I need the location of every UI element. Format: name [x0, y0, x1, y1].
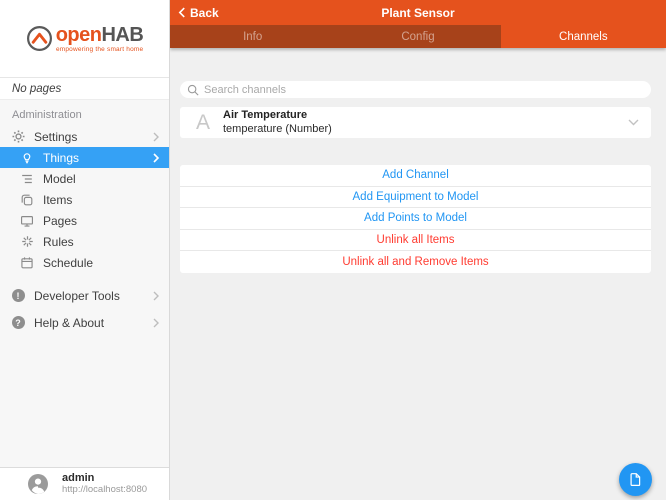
sidebar-item-model[interactable]: Model — [0, 168, 169, 189]
administration-section-label: Administration — [12, 109, 82, 121]
pages-monitor-icon — [19, 213, 35, 229]
logo-wordmark: openHAB — [56, 25, 144, 45]
chevron-right-icon — [152, 132, 160, 142]
search-channels-input[interactable] — [204, 83, 634, 96]
no-pages-label: No pages — [0, 78, 169, 100]
main-content: A Air Temperature temperature (Number) A… — [170, 48, 666, 500]
unlink-all-items-button[interactable]: Unlink all Items — [180, 230, 651, 252]
sidebar-item-label: Model — [43, 171, 76, 186]
search-bar — [180, 81, 651, 98]
tab-bar: Info Config Channels — [170, 25, 666, 48]
page-title: Plant Sensor — [381, 5, 455, 20]
channel-kind-initial: A — [195, 111, 210, 134]
rules-spark-icon — [19, 234, 35, 250]
sidebar-menu: Settings Things Model Items Pages Rules … — [0, 126, 169, 273]
channel-description: temperature (Number) — [223, 123, 332, 135]
sidebar-item-label: Rules — [43, 234, 74, 249]
avatar — [28, 474, 48, 494]
add-equipment-to-model-button[interactable]: Add Equipment to Model — [180, 187, 651, 209]
chevron-right-icon — [152, 152, 160, 163]
actions-list: Add Channel Add Equipment to Model Add P… — [180, 165, 651, 273]
add-points-to-model-button[interactable]: Add Points to Model — [180, 208, 651, 230]
gear-icon — [10, 129, 26, 145]
tab-info[interactable]: Info — [170, 25, 335, 48]
sidebar-item-label: Help & About — [34, 315, 105, 330]
model-tree-icon — [19, 171, 35, 187]
top-navbar: Plant Sensor Back — [170, 0, 666, 25]
sidebar-item-rules[interactable]: Rules — [0, 231, 169, 252]
sidebar: openHAB empowering the smart home No pag… — [0, 0, 170, 500]
chevron-right-icon — [152, 318, 160, 328]
unlink-all-and-remove-items-button[interactable]: Unlink all and Remove Items — [180, 251, 651, 273]
sidebar-item-label: Schedule — [43, 255, 94, 270]
items-copy-icon — [19, 192, 35, 208]
sidebar-item-items[interactable]: Items — [0, 189, 169, 210]
sidebar-item-schedule[interactable]: Schedule — [0, 252, 169, 273]
sidebar-item-label: Items — [43, 192, 73, 207]
server-url: http://localhost:8080 — [62, 484, 148, 496]
lightbulb-icon — [19, 150, 35, 166]
openhab-logo-icon — [26, 25, 53, 52]
tab-config[interactable]: Config — [335, 25, 500, 48]
chevron-down-icon[interactable] — [628, 119, 639, 126]
sidebar-item-label: Settings — [34, 129, 78, 144]
developer-tools-icon: ! — [10, 288, 26, 304]
user-account-footer[interactable]: admin http://localhost:8080 — [0, 467, 169, 500]
help-icon: ? — [10, 315, 26, 331]
code-view-fab[interactable] — [619, 463, 652, 496]
search-icon — [187, 84, 199, 96]
channel-list-item[interactable]: A Air Temperature temperature (Number) — [180, 107, 651, 138]
sidebar-item-help-about[interactable]: ? Help & About — [0, 312, 169, 333]
back-button[interactable]: Back — [178, 6, 219, 20]
chevron-right-icon — [152, 291, 160, 301]
sidebar-item-label: Things — [43, 150, 80, 165]
channel-name: Air Temperature — [223, 109, 308, 122]
sidebar-item-developer-tools[interactable]: ! Developer Tools — [0, 285, 169, 306]
document-icon — [628, 472, 643, 487]
chevron-left-icon — [178, 7, 186, 18]
back-button-label: Back — [190, 5, 219, 20]
logo-area: openHAB empowering the smart home — [0, 0, 169, 78]
username: admin — [62, 472, 95, 485]
logo-hab-text: HAB — [101, 23, 144, 46]
sidebar-item-things[interactable]: Things — [0, 147, 169, 168]
logo-tagline: empowering the smart home — [55, 45, 144, 53]
add-channel-button[interactable]: Add Channel — [180, 165, 651, 187]
tab-channels[interactable]: Channels — [500, 25, 666, 48]
sidebar-secondary-menu: ! Developer Tools ? Help & About — [0, 285, 169, 333]
logo-open-text: open — [55, 23, 102, 46]
sidebar-item-label: Pages — [43, 213, 78, 228]
sidebar-item-settings[interactable]: Settings — [0, 126, 169, 147]
sidebar-item-pages[interactable]: Pages — [0, 210, 169, 231]
openhab-logo: openHAB empowering the smart home — [26, 25, 144, 53]
schedule-calendar-icon — [19, 255, 35, 271]
sidebar-item-label: Developer Tools — [34, 288, 120, 303]
